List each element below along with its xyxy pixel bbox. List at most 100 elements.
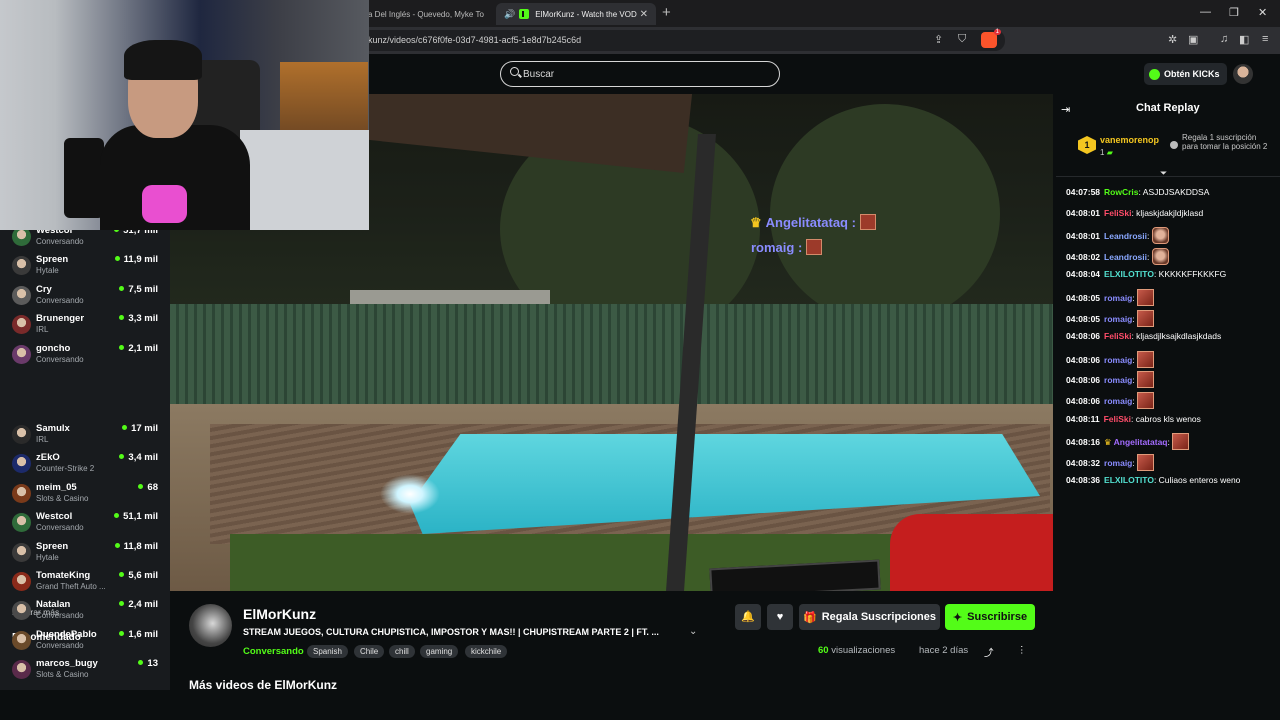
message-username[interactable]: ELXILOTITO xyxy=(1104,475,1154,485)
follow-button[interactable]: ♥ xyxy=(767,604,793,630)
message-timestamp: 04:08:04 xyxy=(1066,269,1101,280)
message-username[interactable]: romaig xyxy=(1104,355,1132,365)
search-bar[interactable] xyxy=(500,61,780,87)
emote-icon xyxy=(1137,392,1155,409)
sidebar-channel[interactable]: zEkO Counter-Strike 2 3,4 mil xyxy=(12,452,162,480)
live-dot-icon xyxy=(114,256,120,262)
viewer-count: 7,5 mil xyxy=(119,284,158,295)
user-avatar[interactable] xyxy=(1233,64,1253,84)
filter-icon[interactable]: ⏷ xyxy=(1160,168,1167,179)
get-kicks-button[interactable]: Obtén KICKs xyxy=(1144,63,1227,85)
message-username[interactable]: ELXILOTITO xyxy=(1104,269,1154,279)
url-text[interactable]: kunz/videos/c676f0fe-03d7-4981-acf5-1e8d… xyxy=(368,35,581,45)
wallet-icon[interactable]: ▣ xyxy=(1188,33,1198,46)
sidebar-channel[interactable]: Westcol Conversando 51,1 mil xyxy=(12,511,162,539)
message-text: kljasdjlksajkdlasjkdads xyxy=(1136,331,1222,342)
channel-avatar xyxy=(12,630,31,650)
view-count: 60 visualizaciones xyxy=(818,645,895,656)
menu-icon[interactable]: ≡ xyxy=(1262,33,1268,45)
sidebar-channel[interactable]: Spreen Hytale 11,8 mil xyxy=(12,541,162,569)
tab-label: a Del Inglés - Quevedo, Myke To xyxy=(368,9,484,19)
app-root: a Del Inglés - Quevedo, Myke To 🔊 ElMorK… xyxy=(0,0,1280,720)
channel-name: meim_05 xyxy=(36,481,77,493)
shield-icon[interactable]: ⛉ xyxy=(958,33,966,46)
viewer-count-value: 5,6 mil xyxy=(128,570,158,581)
sidebar-channel[interactable]: Natalan Conversando 2,4 mil xyxy=(12,599,162,627)
chat-title: Chat Replay xyxy=(1136,102,1200,114)
browser-tab-kick[interactable]: 🔊 ElMorKunz - Watch the VOD ✕ xyxy=(496,3,656,25)
chat-message: 04:08:16 ♛ Angelitatataq: xyxy=(1066,433,1190,451)
sidebar-channel[interactable]: DuendePablo Conversando 1,6 mil xyxy=(12,629,162,657)
message-username[interactable]: RowCris xyxy=(1104,187,1138,197)
channel-avatar[interactable] xyxy=(189,604,232,647)
sidebar-channel[interactable]: Brunenger IRL 3,3 mil xyxy=(12,313,162,341)
music-icon[interactable]: ♫ xyxy=(1220,33,1228,45)
message-username[interactable]: romaig xyxy=(1104,314,1132,324)
message-username[interactable]: romaig xyxy=(1104,375,1132,385)
sidebar-channel[interactable]: Cry Conversando 7,5 mil xyxy=(12,284,162,312)
close-window-icon[interactable]: ✕ xyxy=(1258,6,1267,19)
notification-button[interactable]: 🔔 xyxy=(735,604,761,630)
new-tab-icon[interactable]: + xyxy=(662,4,671,21)
category-link[interactable]: Conversando xyxy=(243,646,304,657)
emote-icon xyxy=(1137,350,1155,368)
message-username[interactable]: romaig xyxy=(1104,458,1132,468)
message-username[interactable]: Angelitatataq xyxy=(1114,437,1168,447)
tag-chip[interactable]: gaming xyxy=(420,645,459,658)
brave-rewards-icon[interactable]: 1 xyxy=(981,29,1001,48)
share-icon[interactable]: ⤴ xyxy=(984,645,994,659)
message-username[interactable]: romaig xyxy=(1104,396,1132,406)
chat-message: 04:08:06 romaig: xyxy=(1066,392,1155,409)
speaker-icon[interactable]: 🔊 xyxy=(504,9,515,20)
overlay-user: romaig xyxy=(751,240,795,255)
gift-prompt[interactable]: Regala 1 suscripción para tomar la posic… xyxy=(1182,133,1272,151)
chevron-down-icon[interactable]: ⌄ xyxy=(689,626,697,637)
streamer xyxy=(100,40,250,230)
tag-chip[interactable]: kickchile xyxy=(465,645,508,658)
search-input[interactable] xyxy=(523,66,763,82)
message-username[interactable]: FeliSki xyxy=(1104,208,1131,218)
posted-time: hace 2 días xyxy=(919,645,969,656)
live-dot-icon xyxy=(119,315,125,321)
top-gifter-name[interactable]: vanemorenop xyxy=(1100,135,1159,145)
extensions-icon[interactable]: ✲ xyxy=(1168,33,1177,46)
live-dot-icon xyxy=(119,601,125,607)
viewer-count: 3,4 mil xyxy=(119,452,158,463)
live-dot-icon xyxy=(114,513,120,519)
share-icon[interactable]: ⇪ xyxy=(934,33,943,46)
restore-icon[interactable]: ❐ xyxy=(1229,6,1239,19)
subscribe-button[interactable]: ✦ Suscribirse xyxy=(945,604,1035,630)
minimize-icon[interactable]: — xyxy=(1200,6,1211,18)
channel-category: Counter-Strike 2 xyxy=(36,464,95,474)
gift-subs-button[interactable]: 🎁 Regala Suscripciones xyxy=(799,604,940,630)
channel-name: goncho xyxy=(36,342,71,354)
channel-name: marcos_bugy xyxy=(36,658,98,670)
browser-tab-music[interactable]: a Del Inglés - Quevedo, Myke To xyxy=(360,3,492,25)
message-username[interactable]: FeliSki xyxy=(1104,414,1131,424)
message-username[interactable]: romaig xyxy=(1104,293,1132,303)
sidebar-channel[interactable]: Spreen Hytale 11,9 mil xyxy=(12,254,162,282)
message-username[interactable]: Leandrosii xyxy=(1104,252,1147,262)
tag-chip[interactable]: Spanish xyxy=(307,645,348,658)
channel-name[interactable]: ElMorKunz xyxy=(243,606,316,622)
tag-chip[interactable]: Chile xyxy=(354,645,385,658)
sidebar: Westcol Conversando 51,7 mil Spreen Hytale 11… xyxy=(0,225,170,720)
more-options-icon[interactable]: ⋮ xyxy=(1017,645,1027,656)
message-username[interactable]: FeliSki xyxy=(1104,331,1131,341)
kick-favicon-icon xyxy=(519,9,530,19)
sidebar-channel[interactable]: meim_05 Slots & Casino 68 xyxy=(12,482,162,510)
viewer-count: 1,6 mil xyxy=(119,629,158,640)
live-dot-icon xyxy=(138,483,144,489)
close-tab-icon[interactable]: ✕ xyxy=(640,9,648,20)
sidebar-channel[interactable]: Samulx IRL 17 mil xyxy=(12,423,162,451)
message-timestamp: 04:08:06 xyxy=(1066,331,1101,342)
tag-chip[interactable]: chill xyxy=(389,645,415,658)
sidebar-channel[interactable]: marcos_bugy Slots & Casino 13 xyxy=(12,658,162,686)
collapse-chat-icon[interactable]: ⇥ xyxy=(1061,103,1070,116)
sidebar-channel[interactable]: goncho Conversando 2,1 mil xyxy=(12,343,162,371)
channel-name: DuendePablo xyxy=(36,628,97,640)
message-username[interactable]: Leandrosii xyxy=(1104,231,1147,241)
message-timestamp: 04:08:02 xyxy=(1066,251,1101,262)
sidebar-toggle-icon[interactable]: ◧ xyxy=(1239,33,1249,46)
sidebar-channel[interactable]: TomateKing Grand Theft Auto ... 5,6 mil xyxy=(12,570,162,598)
